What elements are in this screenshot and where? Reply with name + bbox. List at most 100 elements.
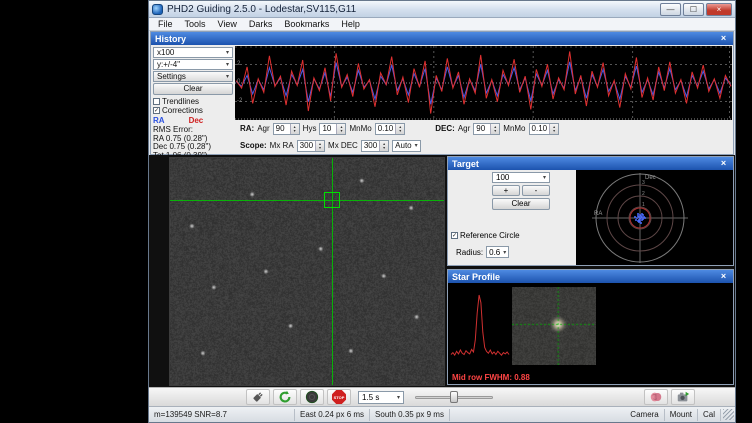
- stop-sign-icon: STOP: [332, 390, 346, 404]
- max-ra-duration-value: 300: [298, 141, 315, 151]
- maximize-button[interactable]: ☐: [683, 3, 704, 16]
- trendlines-label: Trendlines: [162, 97, 199, 106]
- window-title: PHD2 Guiding 2.5.0 - Lodestar,SV115,G11: [167, 4, 356, 15]
- star-lock-box: [324, 192, 340, 208]
- menu-file[interactable]: File: [152, 18, 179, 31]
- menu-bookmarks[interactable]: Bookmarks: [278, 18, 335, 31]
- ra-minmove-spinner[interactable]: 0.10▴▾: [375, 123, 406, 135]
- spinner-arrows-icon[interactable]: ▴▾: [290, 124, 299, 134]
- target-zoom-select[interactable]: 100 ▾: [492, 172, 550, 183]
- status-south: South 0.35 px 9 ms: [370, 409, 450, 421]
- spinner-arrows-icon[interactable]: ▴▾: [490, 124, 499, 134]
- spinner-arrows-icon[interactable]: ▴▾: [549, 124, 558, 134]
- advanced-settings-button[interactable]: [644, 389, 668, 405]
- history-graph: 2 0 -2: [235, 46, 732, 120]
- scope-label: Scope:: [240, 141, 267, 150]
- exposure-value: 1.5 s: [362, 393, 379, 402]
- spinner-arrows-icon[interactable]: ▴▾: [379, 141, 388, 151]
- chevron-down-icon: ▾: [543, 174, 546, 181]
- ra-aggression-spinner[interactable]: 90▴▾: [273, 123, 300, 135]
- history-close-icon[interactable]: ×: [718, 33, 729, 44]
- connect-equipment-button[interactable]: [246, 389, 270, 405]
- mxra-label: Mx RA: [270, 141, 294, 150]
- svg-text:1: 1: [642, 202, 645, 208]
- status-mount: Mount: [665, 409, 698, 421]
- history-title: History: [155, 34, 186, 44]
- history-caption[interactable]: History ×: [151, 32, 733, 45]
- menu-view[interactable]: View: [212, 18, 243, 31]
- spinner-arrows-icon[interactable]: ▴▾: [395, 124, 404, 134]
- checkbox-box: [153, 98, 160, 105]
- graph-length-select[interactable]: x100 ▾: [153, 47, 233, 58]
- minimize-button[interactable]: —: [660, 3, 681, 16]
- status-stats: m=139549 SNR=8.7: [149, 409, 295, 421]
- radius-value: 0.6: [489, 248, 500, 257]
- guide-camera-image[interactable]: [169, 157, 445, 386]
- checkbox-box-checked: ✓: [153, 107, 160, 114]
- target-caption[interactable]: Target ×: [448, 157, 733, 170]
- graph-ylabel-top: 2: [237, 61, 240, 67]
- star-profile-body: Mid row FWHM: 0.88: [448, 283, 733, 384]
- resize-grip[interactable]: [723, 409, 734, 420]
- hys-label: Hys: [303, 124, 317, 133]
- ra-minmove-value: 0.10: [376, 124, 396, 134]
- chevron-down-icon: ▾: [226, 73, 229, 80]
- target-zoom-out-button[interactable]: -: [522, 185, 550, 196]
- corrections-checkbox[interactable]: ✓ Corrections: [153, 106, 233, 115]
- stop-button[interactable]: STOP: [327, 389, 351, 405]
- status-east: East 0.24 px 6 ms: [295, 409, 370, 421]
- settings-button[interactable]: Settings ▾: [153, 71, 233, 82]
- guide-button[interactable]: [300, 389, 324, 405]
- graph-scale-value: y:+/-4": [157, 60, 180, 69]
- radius-select[interactable]: 0.6▾: [486, 246, 509, 258]
- radius-label: Radius:: [456, 248, 483, 257]
- dec-minmove-spinner[interactable]: 0.10▴▾: [529, 123, 560, 135]
- dec-aggression-spinner[interactable]: 90▴▾: [473, 123, 500, 135]
- chevron-down-icon: ▾: [226, 49, 229, 56]
- max-dec-duration-value: 300: [362, 141, 379, 151]
- dec-minmove-value: 0.10: [530, 124, 550, 134]
- corrections-label: Corrections: [162, 106, 203, 115]
- graph-legend: RA Dec: [153, 116, 233, 125]
- history-graph-plot: [235, 46, 732, 120]
- loop-exposures-button[interactable]: [273, 389, 297, 405]
- trendlines-checkbox[interactable]: Trendlines: [153, 97, 233, 106]
- guide-algo-row: RA: Agr 90▴▾ Hys 10▴▾ MnMo 0.10▴▾ DEC: A…: [235, 120, 733, 137]
- reference-circle-checkbox[interactable]: ✓ Reference Circle: [451, 231, 520, 240]
- clear-graph-button[interactable]: Clear: [153, 83, 233, 95]
- target-clear-button[interactable]: Clear: [492, 198, 550, 210]
- max-dec-duration-spinner[interactable]: 300▴▾: [361, 140, 389, 152]
- camera-settings-button[interactable]: [671, 389, 695, 405]
- stretch-slider[interactable]: [415, 390, 493, 404]
- menu-tools[interactable]: Tools: [179, 18, 212, 31]
- ra-hysteresis-spinner[interactable]: 10▴▾: [319, 123, 346, 135]
- exposure-select[interactable]: 1.5 s ▾: [358, 391, 404, 404]
- app-icon: [152, 4, 163, 15]
- brain-icon: [649, 390, 663, 404]
- close-button[interactable]: ×: [706, 3, 732, 16]
- camera-frame-canvas[interactable]: [170, 158, 444, 385]
- menu-darks[interactable]: Darks: [243, 18, 279, 31]
- title-bar[interactable]: PHD2 Guiding 2.5.0 - Lodestar,SV115,G11 …: [149, 1, 735, 18]
- max-ra-duration-spinner[interactable]: 300▴▾: [297, 140, 325, 152]
- slider-thumb[interactable]: [450, 391, 458, 403]
- graph-scale-select[interactable]: y:+/-4" ▾: [153, 59, 233, 70]
- ra-mnmo-label: MnMo: [349, 124, 371, 133]
- ra-hysteresis-value: 10: [320, 124, 336, 134]
- desktop-background: PHD2 Guiding 2.5.0 - Lodestar,SV115,G11 …: [0, 0, 752, 423]
- menu-help[interactable]: Help: [335, 18, 366, 31]
- target-controls: 100 ▾ + - Clear ✓ Reference Circle: [448, 170, 576, 265]
- window-controls: — ☐ ×: [658, 3, 732, 16]
- spinner-arrows-icon[interactable]: ▴▾: [336, 124, 345, 134]
- star-profile-panel: Star Profile × Mid row FWHM: 0.88: [447, 269, 734, 385]
- target-zoom-in-button[interactable]: +: [492, 185, 520, 196]
- spinner-arrows-icon[interactable]: ▴▾: [315, 141, 324, 151]
- mxdec-label: Mx DEC: [328, 141, 358, 150]
- star-profile-caption[interactable]: Star Profile ×: [448, 270, 733, 283]
- target-close-icon[interactable]: ×: [718, 158, 729, 169]
- ra-aggression-value: 90: [274, 124, 290, 134]
- star-profile-close-icon[interactable]: ×: [718, 271, 729, 282]
- ra-label: RA:: [240, 124, 254, 133]
- dec-guide-mode-select[interactable]: Auto▾: [392, 140, 420, 152]
- client-area: Target × 100 ▾ + - Clear: [149, 155, 735, 387]
